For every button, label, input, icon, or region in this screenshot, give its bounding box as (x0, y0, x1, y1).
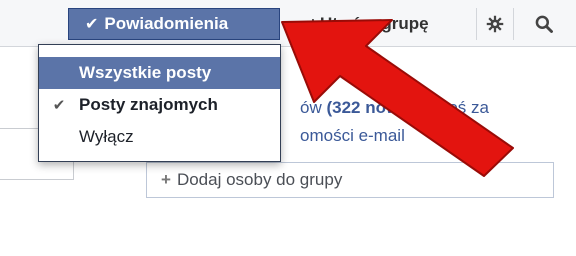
gear-icon (486, 15, 504, 33)
menu-item-off[interactable]: Wyłącz (39, 121, 280, 153)
text-fragment-1: ów (300, 98, 322, 117)
search-button[interactable] (520, 8, 568, 40)
notification-email-text: ów (322 now proś za omości e-mail (300, 94, 570, 150)
search-icon (535, 15, 553, 33)
notifications-dropdown: Wszystkie posty ✔ Posty znajomych Wyłącz (38, 44, 281, 162)
create-group-button[interactable]: + Utwórz grupę (290, 8, 468, 40)
email-settings-link[interactable]: omości e-mail (300, 126, 405, 145)
add-people-label: Dodaj osoby do grupy (176, 170, 343, 189)
menu-item-friends-posts[interactable]: ✔ Posty znajomych (39, 89, 280, 121)
text-fragment-2: proś za (433, 98, 489, 117)
checkmark-icon: ✔ (52, 97, 66, 114)
settings-button[interactable] (476, 8, 514, 40)
menu-item-all-posts[interactable]: Wszystkie posty (39, 57, 280, 89)
notifications-button[interactable]: ✔ Powiadomienia (68, 8, 280, 40)
create-group-label: Utwórz grupę (319, 14, 429, 33)
new-posts-count[interactable]: (322 now (326, 98, 399, 117)
add-people-field[interactable]: + Dodaj osoby do grupy (146, 162, 554, 198)
notifications-label: Powiadomienia (104, 14, 229, 33)
plus-icon: + (161, 170, 171, 189)
plus-icon: + (308, 14, 318, 33)
group-toolbar: ✔ Powiadomienia + Utwórz grupę (0, 0, 576, 47)
checkmark-icon: ✔ (85, 16, 99, 33)
